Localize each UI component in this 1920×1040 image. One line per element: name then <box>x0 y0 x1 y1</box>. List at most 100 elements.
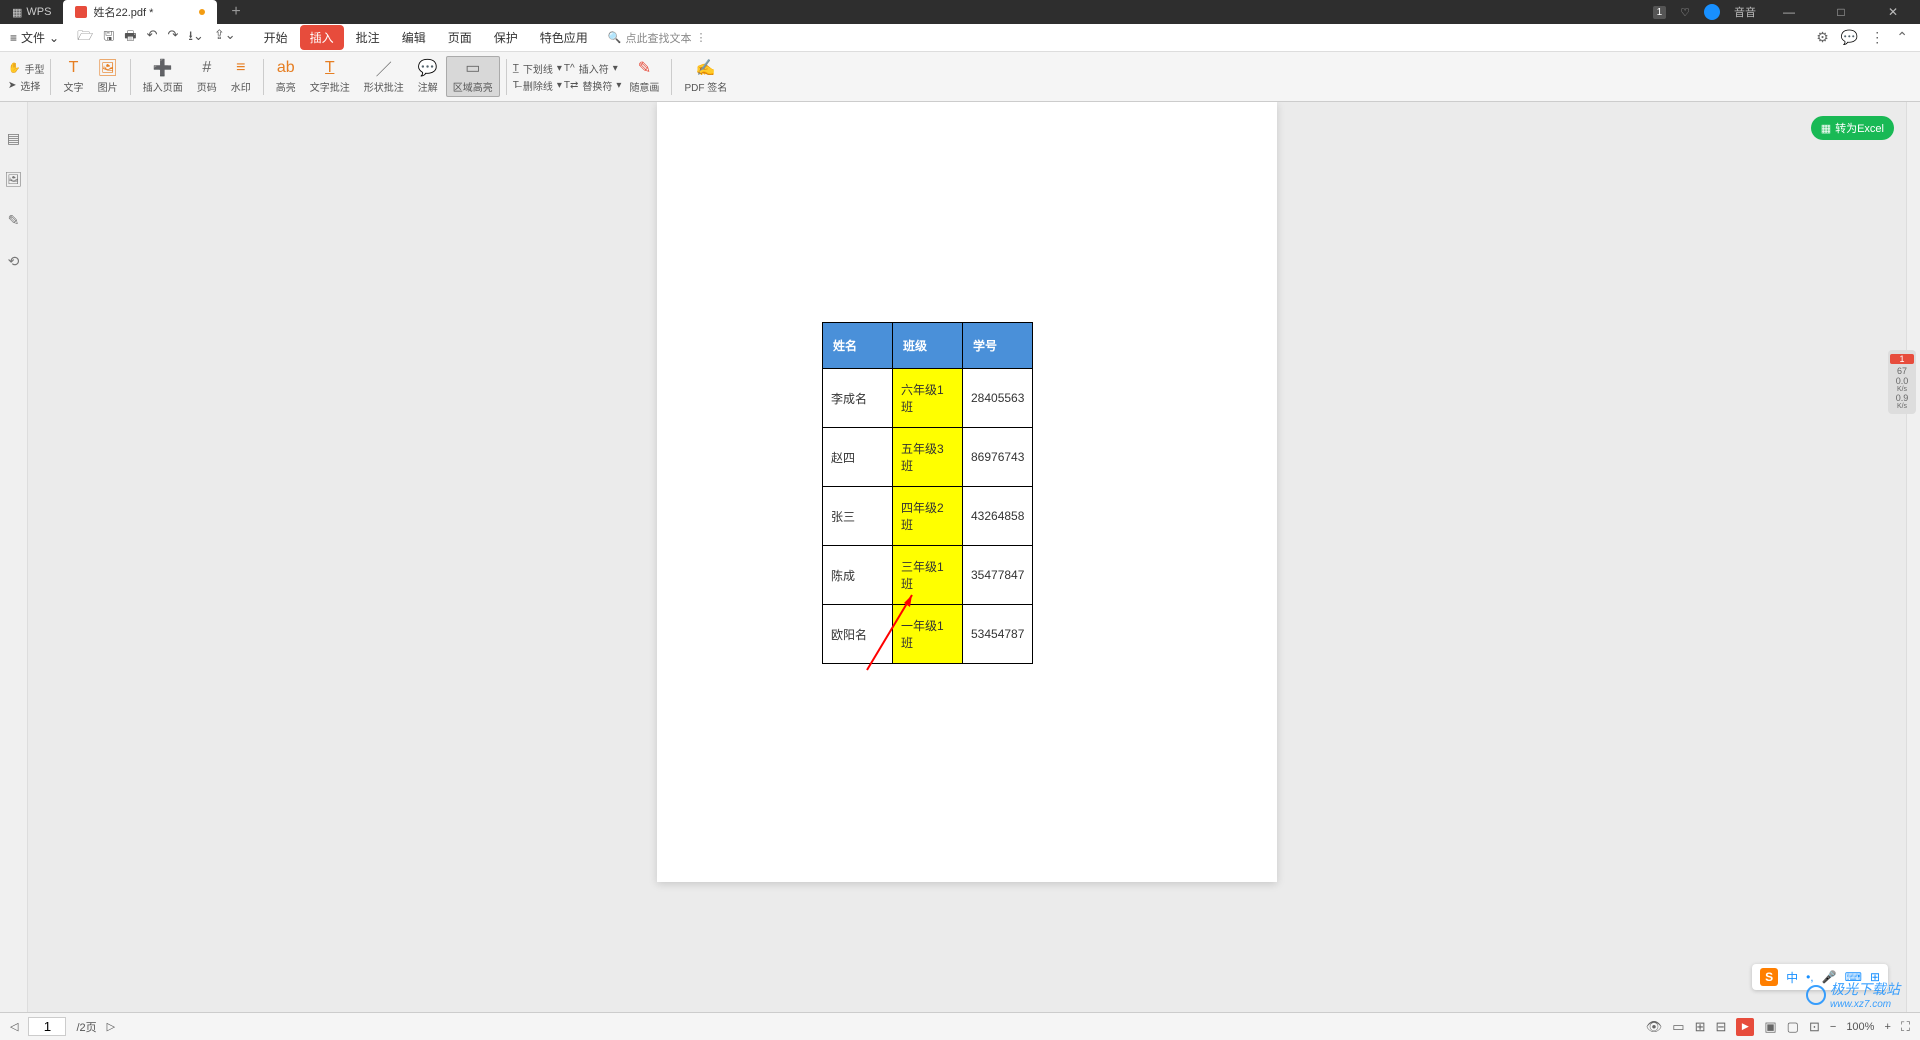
comments-icon[interactable]: ⟲ <box>8 253 20 270</box>
pdf-icon <box>75 6 87 18</box>
fullscreen-icon[interactable]: ⛶ <box>1901 1019 1910 1035</box>
annotate[interactable]: 💬注解 <box>412 57 444 96</box>
page-total: /2页 <box>76 1019 96 1035</box>
select-tool[interactable]: ➤选择 <box>8 78 44 93</box>
table-row: 赵四五年级3班86976743 <box>823 428 1033 487</box>
fit-page-icon[interactable]: ▢ <box>1787 1019 1799 1035</box>
table-row: 欧阳名一年级1班53454787 <box>823 605 1033 664</box>
print-icon[interactable]: 🖶 <box>124 27 136 49</box>
scrollbar[interactable] <box>1906 102 1920 1012</box>
header-class: 班级 <box>893 323 963 369</box>
zoom-in-icon[interactable]: + <box>1884 1021 1890 1033</box>
performance-widget[interactable]: 1 67 0.0 K/s 0.9 K/s <box>1888 350 1916 414</box>
freehand[interactable]: ✎随意画 <box>623 57 665 96</box>
page-icon: ➕ <box>153 59 173 77</box>
fit-icon[interactable]: ⊡ <box>1809 1019 1820 1035</box>
zoom-level: 100% <box>1846 1021 1874 1033</box>
cloud-icon[interactable]: ♡ <box>1680 6 1690 19</box>
hamburger-icon: ≡ <box>10 31 17 45</box>
export-icon[interactable]: ⭳⌄ <box>188 27 203 49</box>
page-number[interactable]: #页码 <box>191 57 223 96</box>
perf-badge: 1 <box>1890 354 1914 364</box>
zoom-out-icon[interactable]: − <box>1830 1021 1836 1033</box>
insert-text[interactable]: T文字 <box>57 57 89 96</box>
watermark-icon: ≡ <box>236 59 245 77</box>
chevron-down-icon: ⌄ <box>49 31 59 45</box>
tab-title: 姓名22.pdf * <box>93 4 153 20</box>
replace-mark-tool[interactable]: T⇄替换符▾ <box>564 78 622 93</box>
titlebar: ▦ WPS 姓名22.pdf * + 1 ♡ 音音 — □ ✕ <box>0 0 1920 24</box>
close-button[interactable]: ✕ <box>1874 5 1912 19</box>
shape-annotation[interactable]: ／形状批注 <box>358 57 410 96</box>
tab-protect[interactable]: 保护 <box>484 25 528 50</box>
menubar: ≡ 文件 ⌄ 🗁 🖫 🖶 ↶ ↷ ⭳⌄ ⇪⌄ 开始 插入 批注 编辑 页面 保护… <box>0 24 1920 52</box>
pdf-sign[interactable]: ✍PDF 签名 <box>678 57 733 96</box>
text-icon: T <box>69 59 79 77</box>
statusbar: ◁ /2页 ▷ 👁 ▭ ⊞ ⊟ ▶ ▣ ▢ ⊡ − 100% + ⛶ <box>0 1012 1920 1040</box>
save-icon[interactable]: 🖫 <box>103 27 114 49</box>
left-sidebar: ▤ 🖼 ✎ ⟲ <box>0 102 28 1012</box>
next-page-icon[interactable]: ▷ <box>107 1020 115 1033</box>
collapse-ribbon-icon[interactable]: ⌃ <box>1896 29 1908 46</box>
user-avatar-icon[interactable] <box>1704 4 1720 20</box>
tab-annotation[interactable]: 批注 <box>346 25 390 50</box>
document-canvas[interactable]: 姓名 班级 学号 李成名六年级1班28405563 赵四五年级3班8697674… <box>28 102 1906 1012</box>
text-annotation[interactable]: T̲文字批注 <box>304 57 356 96</box>
bookmarks-icon[interactable]: 🖼 <box>5 171 23 188</box>
watermark[interactable]: ≡水印 <box>225 57 257 96</box>
play-button[interactable]: ▶ <box>1736 1018 1754 1036</box>
search-box[interactable]: 🔍 点此查找文本 ⋮ <box>608 30 707 46</box>
tab-start[interactable]: 开始 <box>254 25 298 50</box>
minimize-button[interactable]: — <box>1770 5 1808 19</box>
eye-icon[interactable]: 👁 <box>1646 1019 1663 1035</box>
layout1-icon[interactable]: ▭ <box>1672 1019 1684 1035</box>
settings-icon[interactable]: ⚙ <box>1816 29 1829 46</box>
annotation-arrow-icon <box>862 585 922 675</box>
underline-tool[interactable]: T̲下划线▾ <box>513 61 562 76</box>
more-icon[interactable]: ⋮ <box>1870 29 1884 46</box>
search-more-icon: ⋮ <box>695 31 706 44</box>
tab-features[interactable]: 特色应用 <box>530 25 598 50</box>
strike-tool[interactable]: T̶删除线▾ <box>513 78 562 93</box>
strike-icon: T̶ <box>513 80 519 91</box>
highlight[interactable]: ab高亮 <box>270 57 302 96</box>
prev-page-icon[interactable]: ◁ <box>10 1020 18 1033</box>
file-menu[interactable]: ≡ 文件 ⌄ <box>0 29 69 46</box>
maximize-button[interactable]: □ <box>1822 5 1860 19</box>
tab-insert[interactable]: 插入 <box>300 25 344 50</box>
tab-edit[interactable]: 编辑 <box>392 25 436 50</box>
area-icon: ▭ <box>465 59 480 77</box>
tab-page[interactable]: 页面 <box>438 25 482 50</box>
convert-to-excel-button[interactable]: ▦ 转为Excel <box>1811 116 1894 140</box>
comment-icon: 💬 <box>418 59 438 77</box>
insert-image[interactable]: 🖼图片 <box>91 57 123 96</box>
pencil-icon: ✎ <box>638 59 651 77</box>
redo-icon[interactable]: ↷ <box>167 27 178 49</box>
hand-tool[interactable]: ✋手型 <box>8 61 44 76</box>
insert-page[interactable]: ➕插入页面 <box>137 57 189 96</box>
pdf-page: 姓名 班级 学号 李成名六年级1班28405563 赵四五年级3班8697674… <box>657 102 1277 882</box>
page-input[interactable] <box>28 1017 66 1036</box>
ime-lang[interactable]: 中 <box>1786 969 1798 986</box>
area-highlight[interactable]: ▭区域高亮 <box>446 56 500 97</box>
image-icon: 🖼 <box>97 59 117 77</box>
undo-icon[interactable]: ↶ <box>147 27 158 49</box>
search-icon: 🔍 <box>608 31 622 44</box>
insert-mark-tool[interactable]: T^插入符▾ <box>564 61 622 76</box>
fit-width-icon[interactable]: ▣ <box>1764 1019 1776 1035</box>
open-icon[interactable]: 🗁 <box>77 27 93 49</box>
share-icon[interactable]: ⇪⌄ <box>214 27 236 49</box>
document-tab[interactable]: 姓名22.pdf * <box>63 0 217 24</box>
textannot-icon: T̲ <box>325 59 335 77</box>
new-tab-button[interactable]: + <box>217 3 254 21</box>
header-name: 姓名 <box>823 323 893 369</box>
attachments-icon[interactable]: ✎ <box>8 212 20 229</box>
thumbnails-icon[interactable]: ▤ <box>7 130 20 147</box>
user-name[interactable]: 音音 <box>1734 4 1756 20</box>
watermark-logo-icon <box>1806 985 1826 1005</box>
layout3-icon[interactable]: ⊟ <box>1715 1019 1726 1035</box>
notification-badge[interactable]: 1 <box>1653 6 1667 19</box>
layout2-icon[interactable]: ⊞ <box>1695 1019 1706 1035</box>
feedback-icon[interactable]: 💬 <box>1841 29 1858 46</box>
search-placeholder: 点此查找文本 <box>625 30 691 46</box>
